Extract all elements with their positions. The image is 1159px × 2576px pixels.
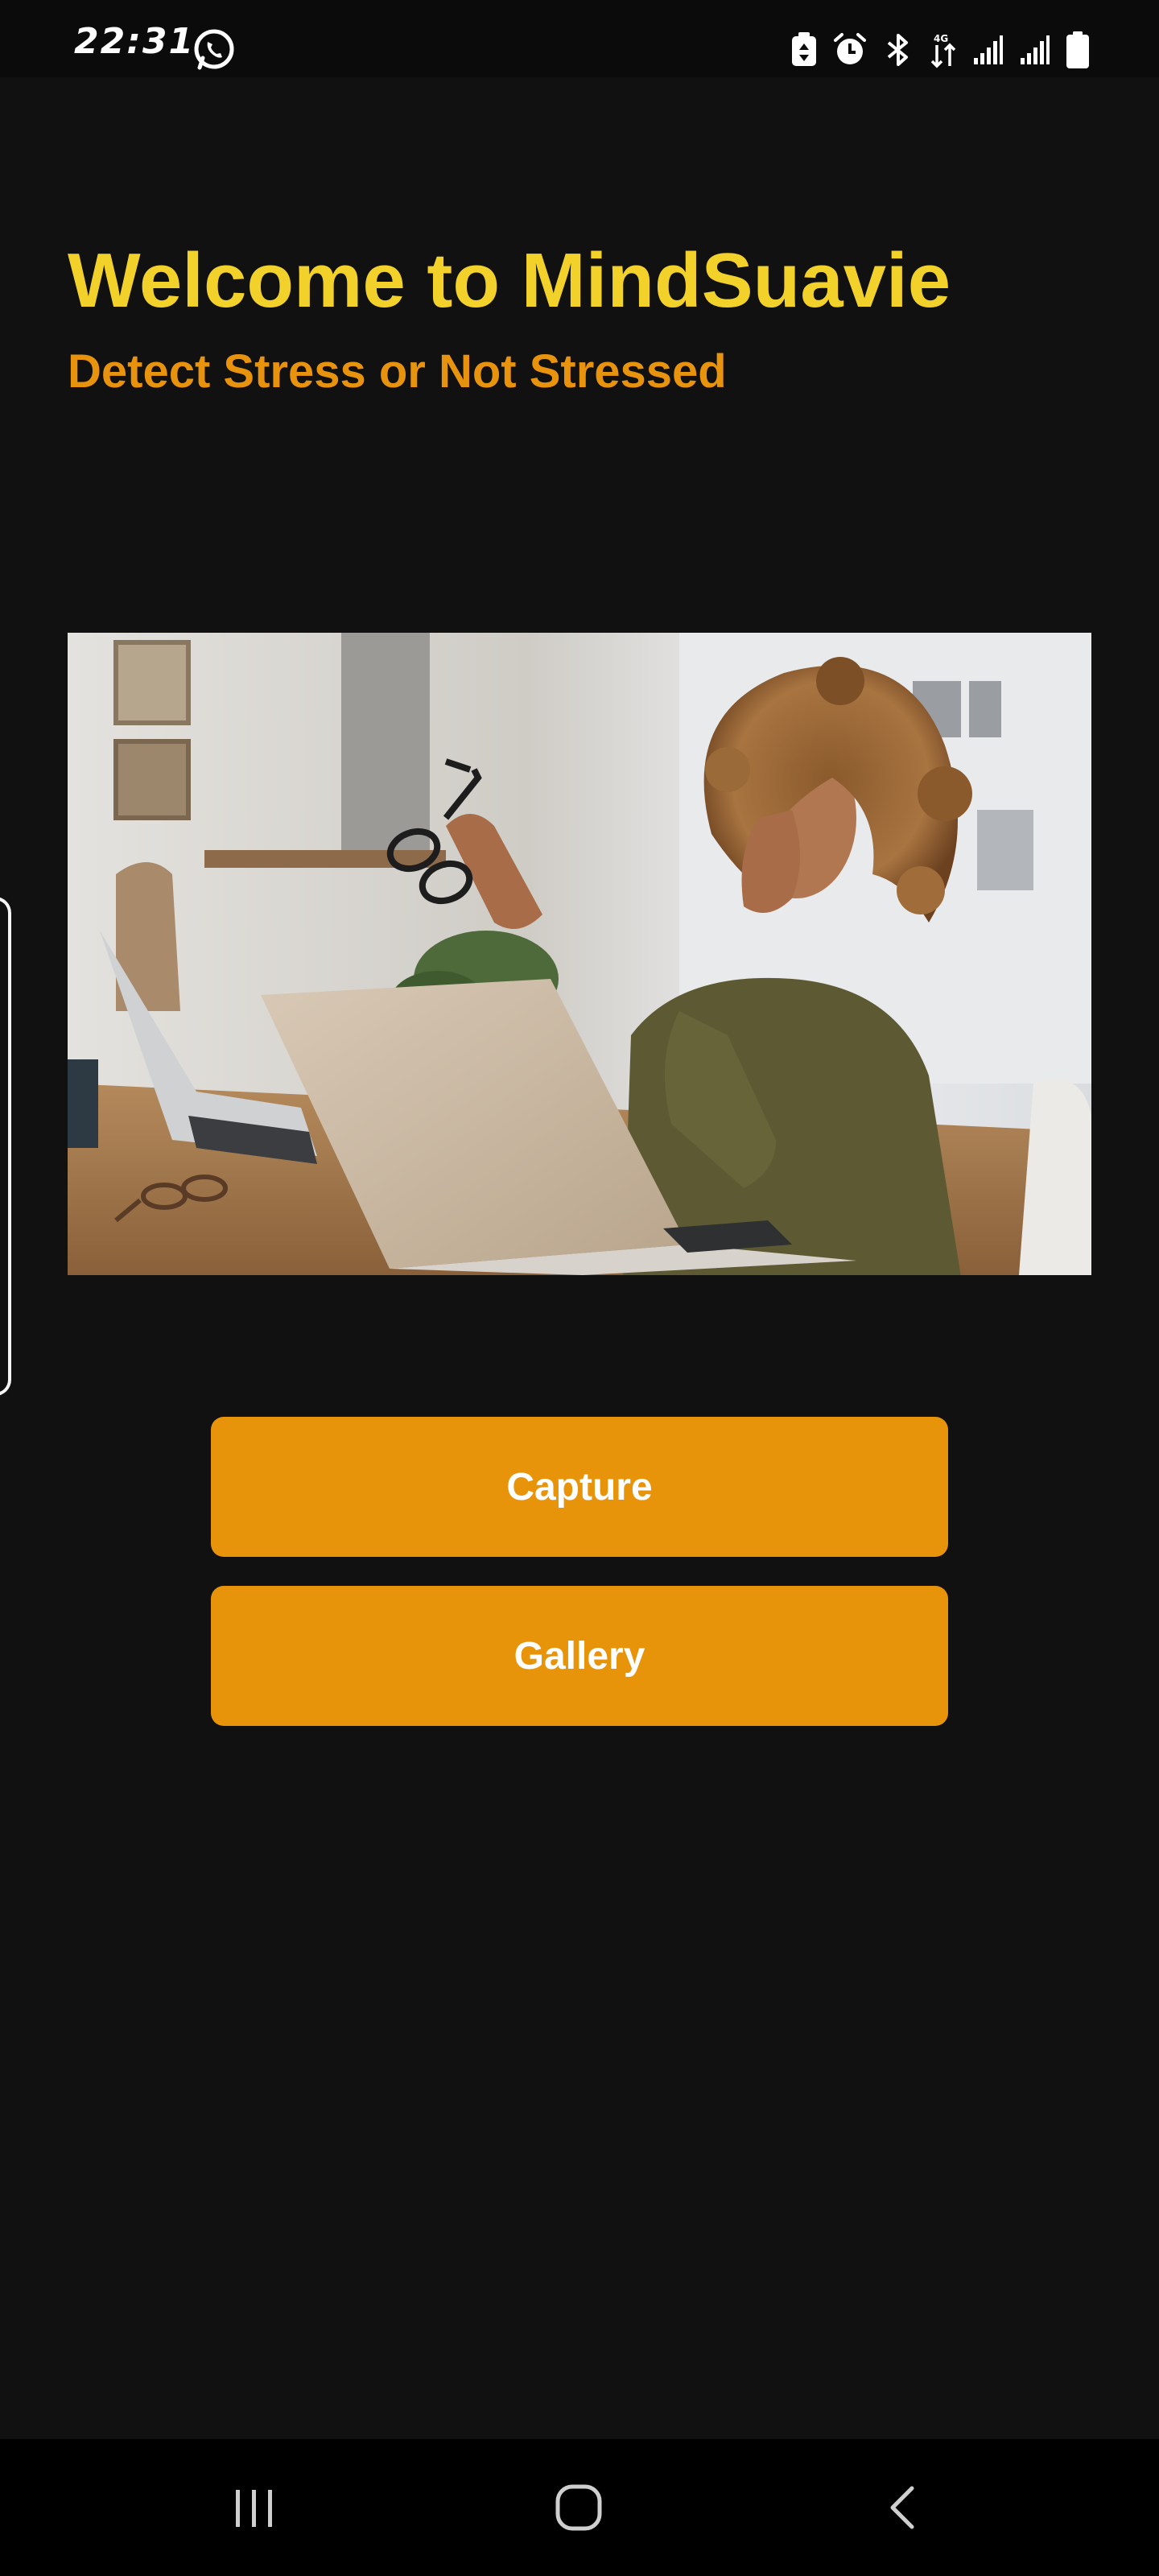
home-icon[interactable] [542,2471,615,2544]
alarm-icon [832,32,868,68]
status-icons: 4G [790,27,1090,72]
edge-panel-handle[interactable] [0,897,11,1396]
capture-button[interactable]: Capture [211,1417,948,1557]
page-subtitle: Detect Stress or Not Stressed [68,345,727,398]
battery-saver-icon [790,32,818,68]
hero-image [68,633,1091,1275]
signal-icon [1019,34,1051,66]
recents-icon[interactable] [217,2471,290,2544]
whatsapp-icon [192,27,237,72]
gallery-button[interactable]: Gallery [211,1586,948,1726]
page-title: Welcome to MindSuavie [68,237,951,324]
signal-icon [972,34,1004,66]
battery-icon [1066,31,1090,68]
back-icon[interactable] [868,2471,940,2544]
data-transfer-icon: 4G [929,31,958,69]
svg-text:4G: 4G [934,33,948,44]
status-bar: 22:31 4G [0,0,1159,77]
status-time: 22:31 [74,21,196,62]
bluetooth-icon [882,32,914,68]
navigation-bar [0,2439,1159,2576]
